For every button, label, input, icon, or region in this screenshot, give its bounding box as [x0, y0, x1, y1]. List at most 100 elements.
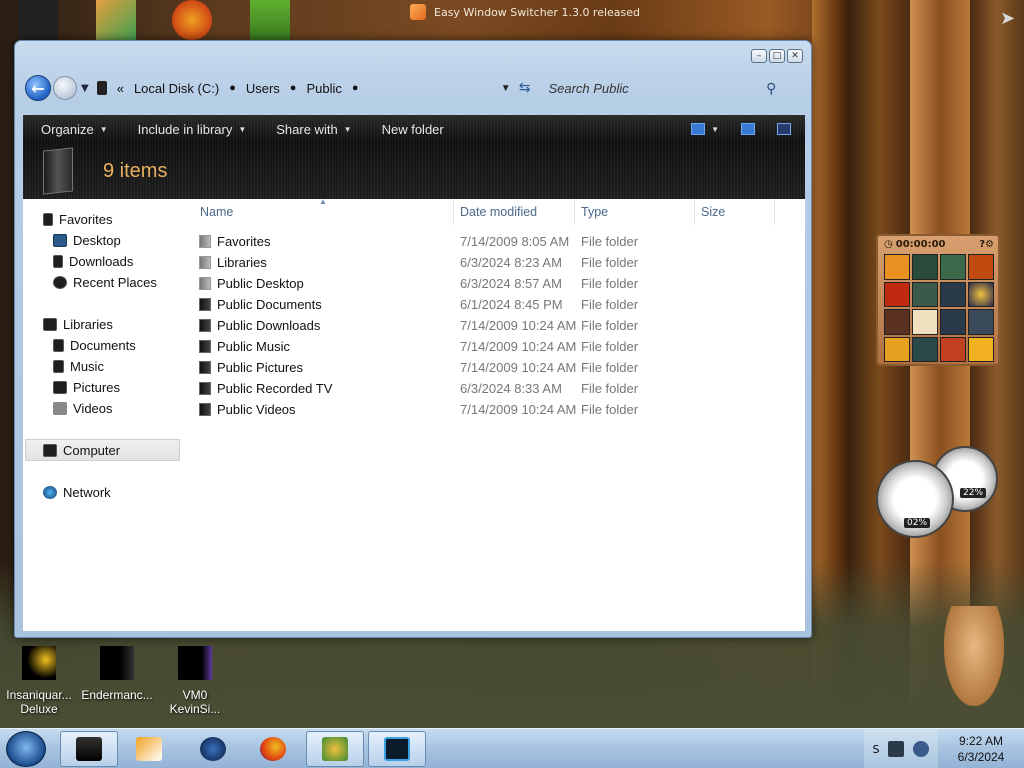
- desktop-icon-top[interactable]: [250, 0, 290, 40]
- breadcrumb-users[interactable]: Users: [246, 81, 280, 96]
- start-button[interactable]: [6, 731, 46, 767]
- desktop-icon-top[interactable]: [172, 0, 212, 40]
- include-in-library-button[interactable]: Include in library ▼: [138, 122, 247, 137]
- puzzle-tile[interactable]: [884, 281, 910, 307]
- organize-button[interactable]: Organize ▼: [41, 122, 108, 137]
- taskbar-media-player-button[interactable]: [120, 731, 178, 767]
- recent-pages-dropdown[interactable]: ▼: [81, 83, 89, 94]
- puzzle-tile[interactable]: [940, 281, 966, 307]
- taskbar-explorer-button[interactable]: [60, 731, 118, 767]
- breadcrumb-overflow[interactable]: «: [117, 81, 124, 96]
- column-divider[interactable]: [774, 199, 775, 225]
- column-divider[interactable]: [574, 199, 575, 225]
- column-date-modified[interactable]: Date modified: [460, 205, 537, 219]
- puzzle-tile[interactable]: [968, 336, 994, 362]
- breadcrumb-local-disk[interactable]: Local Disk (C:): [134, 81, 219, 96]
- folder-icon: [199, 319, 211, 332]
- address-dropdown[interactable]: ▼: [501, 83, 511, 94]
- taskbar-game-button[interactable]: [306, 731, 364, 767]
- cpu-meter-gadget[interactable]: 02%: [876, 460, 954, 538]
- file-row[interactable]: Public Recorded TV 6/3/2024 8:33 AM File…: [189, 378, 805, 399]
- puzzle-tile[interactable]: [912, 336, 938, 362]
- column-divider[interactable]: [694, 199, 695, 225]
- folder-icon: [199, 256, 211, 269]
- share-with-button[interactable]: Share with ▼: [276, 122, 351, 137]
- address-bar[interactable]: « Local Disk (C:) ● Users ● Public ● ▼: [96, 76, 519, 100]
- file-row[interactable]: Public Documents 6/1/2024 8:45 PM File f…: [189, 294, 805, 315]
- file-row[interactable]: Public Music 7/14/2009 10:24 AM File fol…: [189, 336, 805, 357]
- breadcrumb-separator[interactable]: ●: [290, 82, 297, 94]
- puzzle-tile[interactable]: [968, 309, 994, 335]
- nav-pictures[interactable]: Pictures: [53, 377, 120, 398]
- taskbar-window-button[interactable]: [368, 731, 426, 767]
- nav-recent-places[interactable]: Recent Places: [53, 272, 157, 293]
- file-row[interactable]: Public Desktop 6/3/2024 8:57 AM File fol…: [189, 273, 805, 294]
- hamster-gadget[interactable]: [944, 606, 1004, 706]
- nav-network[interactable]: Network: [43, 482, 111, 503]
- breadcrumb-separator[interactable]: ●: [229, 82, 236, 94]
- puzzle-gadget[interactable]: ◷ 00:00:00 ?⚙: [876, 234, 1000, 366]
- close-button[interactable]: ✕: [787, 49, 803, 63]
- desktop-icon-label: KevinSi...: [169, 702, 221, 716]
- file-row[interactable]: Public Downloads 7/14/2009 10:24 AM File…: [189, 315, 805, 336]
- file-row[interactable]: Public Pictures 7/14/2009 10:24 AM File …: [189, 357, 805, 378]
- puzzle-tile[interactable]: [968, 254, 994, 280]
- help-icon[interactable]: [777, 123, 791, 135]
- desktop-icon-top[interactable]: [96, 0, 136, 40]
- puzzle-tile[interactable]: [968, 281, 994, 307]
- puzzle-tile[interactable]: [912, 309, 938, 335]
- taskbar-browser-button[interactable]: [184, 731, 242, 767]
- puzzle-tile[interactable]: [940, 309, 966, 335]
- search-input[interactable]: Search Public ⚲: [540, 76, 780, 100]
- puzzle-tile[interactable]: [912, 281, 938, 307]
- taskbar-firefox-button[interactable]: [244, 731, 302, 767]
- forward-button[interactable]: [53, 76, 77, 100]
- puzzle-tile[interactable]: [940, 336, 966, 362]
- desktop-icon-vm0[interactable]: VM0 KevinSi...: [152, 640, 238, 716]
- file-row[interactable]: Libraries 6/3/2024 8:23 AM File folder: [189, 252, 805, 273]
- preview-pane-icon[interactable]: [741, 123, 755, 135]
- breadcrumb-public[interactable]: Public: [306, 81, 341, 96]
- puzzle-tile[interactable]: [912, 254, 938, 280]
- pictures-icon: [53, 381, 67, 394]
- pin-icon[interactable]: ➤: [1000, 8, 1022, 30]
- file-row[interactable]: Public Videos 7/14/2009 10:24 AM File fo…: [189, 399, 805, 420]
- nav-computer[interactable]: Computer: [43, 440, 120, 461]
- maximize-button[interactable]: □: [769, 49, 785, 63]
- game-icon: [22, 646, 56, 680]
- nav-videos[interactable]: Videos: [53, 398, 113, 419]
- update-notification[interactable]: Easy Window Switcher 1.3.0 released: [410, 3, 640, 21]
- search-icon[interactable]: ⚲: [766, 80, 776, 97]
- column-name[interactable]: Name: [200, 205, 233, 219]
- puzzle-grid[interactable]: [884, 254, 994, 362]
- puzzle-tile[interactable]: [884, 336, 910, 362]
- nav-documents[interactable]: Documents: [53, 335, 136, 356]
- change-view-button[interactable]: ▼: [691, 123, 719, 135]
- clock[interactable]: 9:22 AM 6/3/2024: [938, 729, 1024, 768]
- desktop-icon-insaniquarium[interactable]: Insaniquar... Deluxe: [0, 640, 82, 716]
- new-folder-button[interactable]: New folder: [382, 122, 444, 137]
- column-type[interactable]: Type: [581, 205, 608, 219]
- network-tray-icon[interactable]: [888, 741, 905, 757]
- column-divider[interactable]: [453, 199, 454, 225]
- nav-downloads[interactable]: Downloads: [53, 251, 133, 272]
- nav-favorites[interactable]: Favorites: [43, 209, 112, 230]
- explorer-window[interactable]: – □ ✕ ← ▼ « Local Disk (C:) ● Users ● Pu…: [14, 40, 812, 638]
- refresh-icon[interactable]: ⇆: [519, 80, 531, 96]
- file-row[interactable]: Favorites 7/14/2009 8:05 AM File folder: [189, 231, 805, 252]
- puzzle-tile[interactable]: [884, 309, 910, 335]
- back-button[interactable]: ←: [25, 75, 51, 101]
- volume-tray-icon[interactable]: [913, 741, 930, 757]
- desktop-icon-top[interactable]: [18, 0, 58, 40]
- nav-desktop[interactable]: Desktop: [53, 230, 121, 251]
- puzzle-tile[interactable]: [940, 254, 966, 280]
- desktop-icon-endermanch[interactable]: Endermanc...: [74, 640, 160, 702]
- breadcrumb-separator[interactable]: ●: [352, 82, 359, 94]
- help-icon[interactable]: ?⚙: [979, 239, 994, 250]
- minimize-button[interactable]: –: [751, 49, 767, 63]
- details-header: 9 items: [43, 147, 167, 195]
- column-size[interactable]: Size: [701, 205, 725, 219]
- puzzle-tile[interactable]: [884, 254, 910, 280]
- nav-music[interactable]: Music: [53, 356, 104, 377]
- nav-libraries[interactable]: Libraries: [43, 314, 113, 335]
